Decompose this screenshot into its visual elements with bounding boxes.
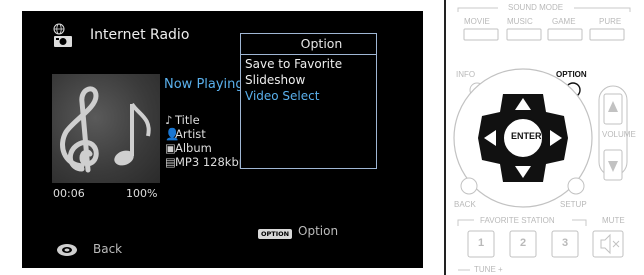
- note-icon: ♪: [165, 113, 173, 127]
- menu-item-slideshow[interactable]: Slideshow: [241, 72, 376, 88]
- enter-button-label: ENTER: [511, 131, 542, 141]
- option-menu-title: Option: [241, 34, 376, 55]
- menu-item-video-select[interactable]: Video Select: [241, 88, 376, 104]
- sound-mode-header: SOUND MODE: [508, 3, 564, 12]
- back-hint-label: Back: [93, 242, 123, 256]
- music-note-icon: [60, 86, 151, 173]
- page-title: Internet Radio: [90, 27, 190, 43]
- now-playing-label: Now Playing: [164, 77, 244, 92]
- music-button-label: MUSIC: [507, 17, 533, 26]
- back-button-label: BACK: [454, 200, 476, 209]
- elapsed-time: 00:06: [53, 187, 85, 200]
- game-button-label: GAME: [552, 17, 576, 26]
- option-key-badge: OPTION: [258, 229, 293, 239]
- info-button-label: INFO: [456, 70, 476, 79]
- favorite-2-button[interactable]: 2: [511, 237, 535, 249]
- setup-button-label: SETUP: [560, 200, 587, 209]
- remote-control: SOUND MODE MOVIE MUSIC GAME PURE INFO OP…: [444, 0, 644, 275]
- tune-label: TUNE +: [474, 265, 503, 274]
- favorite-3-button[interactable]: 3: [553, 237, 577, 249]
- option-hint-label: Option: [298, 224, 339, 238]
- option-button-label: OPTION: [556, 70, 587, 79]
- favorite-1-button[interactable]: 1: [469, 237, 493, 249]
- audio-format-icon: ▤: [165, 155, 176, 169]
- album-art: [52, 74, 160, 183]
- menu-item-save-to-favorite[interactable]: Save to Favorite: [241, 56, 376, 72]
- buffer-percent: 100%: [126, 187, 158, 200]
- tv-screen: Internet Radio Now Playing ♪ Title 👤Artis…: [22, 11, 423, 268]
- track-album: Album: [175, 141, 212, 155]
- track-album-row: ▣Album: [165, 141, 212, 155]
- back-button-icon: [57, 244, 77, 256]
- track-artist: Artist: [175, 127, 206, 141]
- volume-label: VOLUME: [602, 130, 636, 139]
- option-menu: Option Save to Favorite Slideshow Video …: [240, 33, 377, 169]
- track-title: Title: [175, 113, 200, 127]
- track-artist-row: 👤Artist: [165, 127, 206, 141]
- movie-button-label: MOVIE: [464, 17, 490, 26]
- network-icon: [53, 23, 72, 47]
- track-format-row: ▤MP3 128kbps: [165, 155, 252, 169]
- favorite-station-label: FAVORITE STATION: [480, 216, 555, 225]
- pure-button-label: PURE: [599, 17, 622, 26]
- mute-label: MUTE: [602, 216, 625, 225]
- album-icon: ▣: [165, 141, 176, 155]
- person-icon: 👤: [165, 127, 180, 141]
- track-title-row: ♪ Title: [165, 113, 200, 127]
